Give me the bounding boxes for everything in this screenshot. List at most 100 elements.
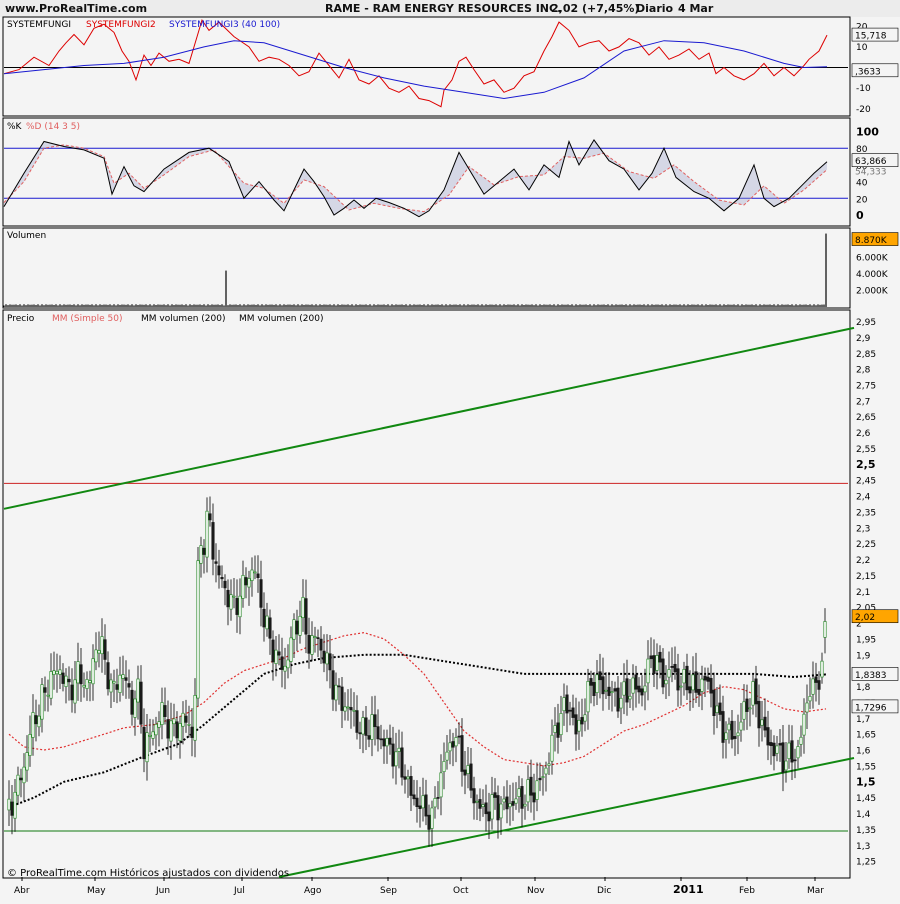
candle-body	[274, 649, 278, 664]
candle-body	[676, 668, 680, 691]
candle-body	[724, 732, 728, 740]
candle-body	[199, 545, 203, 564]
x-tick-label: Ago	[304, 886, 322, 896]
y-tick-label: 1,35	[856, 826, 876, 836]
candle-body	[463, 769, 467, 776]
candle-body	[439, 772, 443, 798]
candle-body	[778, 743, 782, 746]
y-tick-label: 2,4	[856, 493, 871, 503]
candle-body	[421, 795, 425, 809]
candle-body	[433, 798, 437, 808]
candle-body	[262, 608, 266, 628]
candle-body	[556, 722, 560, 738]
price-panel[interactable]	[2, 309, 851, 879]
candle-body	[391, 743, 395, 767]
candle-body	[412, 794, 416, 800]
y-tick-label: 2,85	[856, 350, 876, 360]
value-sma50: 1,7296	[855, 703, 887, 713]
x-tick-label: Oct	[453, 886, 469, 896]
candle-body	[211, 522, 215, 560]
candle-body	[148, 734, 152, 737]
candle-body	[127, 683, 131, 688]
y-tick-label: 2,2	[856, 556, 870, 566]
candle-body	[298, 615, 302, 636]
candle-body	[334, 684, 338, 701]
candle-body	[538, 777, 542, 781]
site-label[interactable]: www.ProRealTime.com	[5, 2, 147, 15]
candle-body	[238, 595, 242, 618]
candle-body	[145, 732, 149, 763]
candle-body	[31, 712, 35, 738]
candle-body	[715, 705, 719, 713]
candle-body	[475, 800, 479, 803]
y-tick-label: 1,4	[856, 810, 871, 820]
y-tick-label: 2,25	[856, 540, 876, 550]
candle-body	[808, 696, 812, 702]
candle-body	[550, 734, 554, 762]
y-tick-label: 2,75	[856, 382, 876, 392]
candle-body	[610, 691, 614, 694]
candle-body	[673, 663, 677, 673]
legend-systemfungi2: SYSTEMFUNGI2	[86, 20, 156, 30]
candle-body	[76, 661, 80, 684]
candle-body	[820, 660, 824, 678]
candle-body	[307, 634, 311, 654]
candle-body	[442, 761, 446, 773]
candle-body	[799, 736, 803, 745]
candle-body	[517, 788, 521, 797]
candle-body	[454, 737, 458, 747]
legend-systemfungi: SYSTEMFUNGI	[7, 20, 71, 30]
candle-body	[349, 707, 353, 711]
candle-body	[727, 723, 731, 731]
candle-body	[34, 715, 38, 725]
candle-body	[814, 676, 818, 683]
y-tick-label: 4.000K	[856, 270, 889, 280]
y-tick-label: 2,3	[856, 524, 870, 534]
systemfungi-panel[interactable]	[2, 16, 851, 117]
candle-body	[667, 669, 671, 678]
y-tick-label: 2,65	[856, 413, 876, 423]
candle-body	[607, 686, 611, 696]
footer-copyright: © ProRealTime.com Históricos ajustados c…	[7, 867, 289, 879]
y-tick-label: 2,5	[856, 458, 876, 471]
candle-body	[316, 637, 320, 639]
candle-body	[379, 738, 383, 741]
y-tick-label: 1,95	[856, 635, 876, 645]
candle-body	[196, 560, 200, 699]
candle-body	[73, 679, 77, 704]
candle-body	[529, 776, 533, 796]
candle-body	[178, 723, 182, 742]
candle-body	[706, 676, 710, 682]
candle-body	[559, 713, 563, 736]
candle-body	[118, 674, 122, 693]
candle-body	[313, 636, 317, 638]
candle-body	[565, 694, 569, 714]
candle-body	[64, 675, 68, 687]
last-value-volume: 8.870K	[855, 236, 888, 246]
candle-body	[103, 639, 107, 660]
candle-body	[367, 735, 371, 740]
y-tick-label: 0	[856, 209, 864, 222]
candle-body	[496, 795, 500, 821]
candle-body	[7, 798, 11, 811]
candle-body	[466, 765, 470, 774]
candle-body	[520, 786, 524, 809]
y-tick-label: 1,6	[856, 747, 871, 757]
y-tick-label: 2,15	[856, 572, 876, 582]
candle-body	[229, 594, 233, 610]
candle-body	[622, 681, 626, 696]
date-label: 4 Mar	[678, 2, 714, 15]
candle-body	[310, 635, 314, 655]
candle-body	[160, 702, 164, 725]
candle-body	[604, 689, 608, 692]
candle-body	[358, 732, 362, 735]
candle-body	[208, 513, 212, 521]
y-tick-label: 2.000K	[856, 286, 889, 296]
legend-price: Precio	[7, 314, 35, 324]
volume-panel[interactable]	[2, 227, 851, 309]
candle-body	[223, 580, 227, 589]
candle-body	[679, 685, 683, 688]
candle-body	[247, 578, 251, 588]
value-vol-ma: 1,8383	[855, 671, 887, 681]
period-label: Diario	[636, 2, 674, 15]
